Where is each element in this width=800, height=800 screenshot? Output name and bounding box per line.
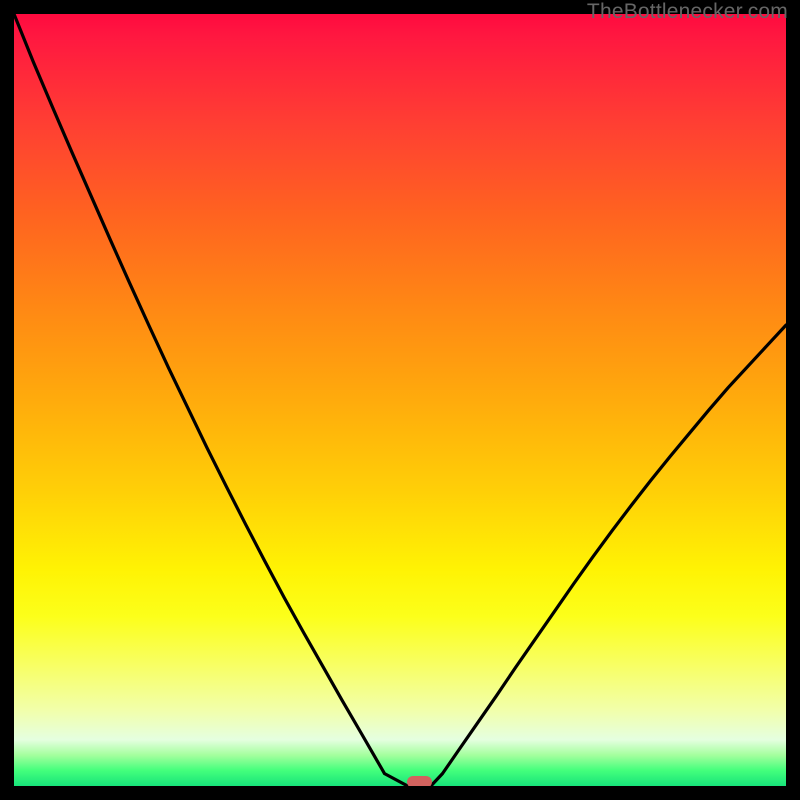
bottleneck-curve — [14, 14, 786, 786]
optimal-point-marker — [407, 776, 432, 786]
plot-area — [14, 14, 786, 786]
watermark-text: TheBottlenecker.com — [587, 0, 788, 24]
